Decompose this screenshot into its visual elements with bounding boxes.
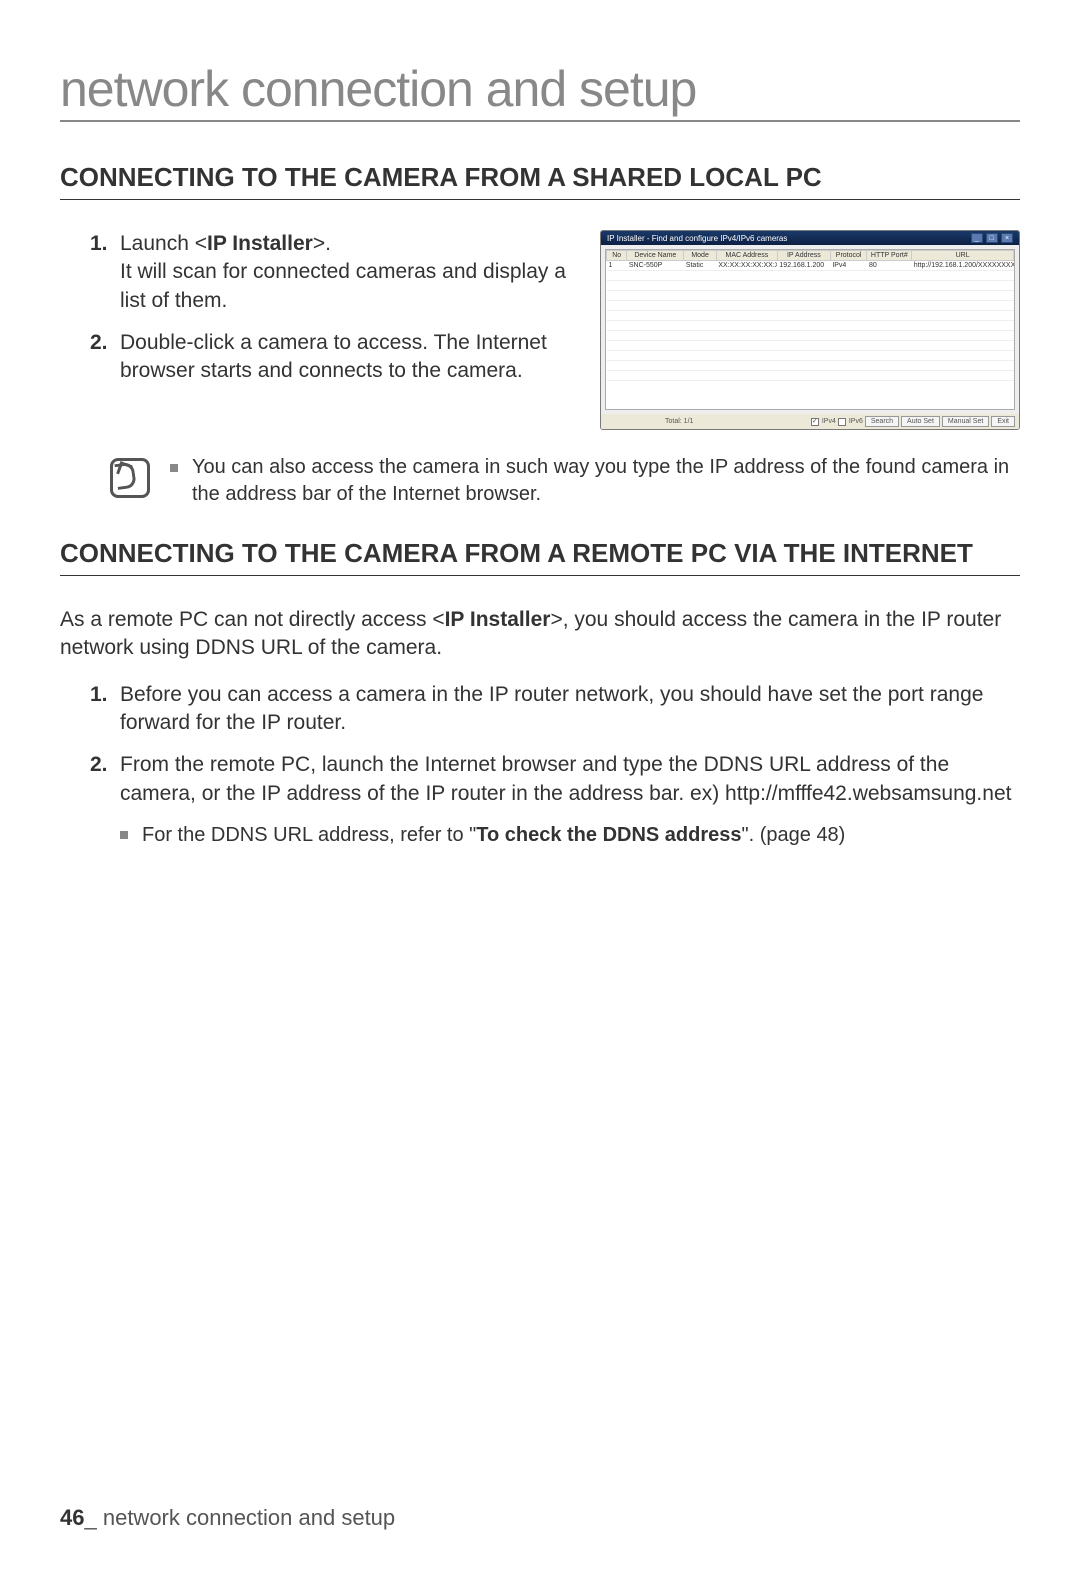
chapter-title: network connection and setup (60, 60, 1020, 122)
intro-bold: IP Installer (445, 608, 551, 631)
exit-button: Exit (991, 416, 1015, 427)
col-mode: Mode (684, 251, 717, 261)
remote-step-2: 2. From the remote PC, launch the Intern… (120, 751, 1020, 849)
subbullet-suffix: ". (page 48) (742, 824, 846, 846)
step-1-prefix: Launch < (120, 232, 207, 255)
camera-table: No Device Name Mode MAC Address IP Addre… (606, 250, 1014, 381)
table-row (607, 321, 1014, 331)
table-row (607, 331, 1014, 341)
footer-label: network connection and setup (103, 1505, 395, 1530)
footer-controls: IPv4 IPv6 Search Auto Set Manual Set Exi… (811, 416, 1015, 427)
table-row (607, 361, 1014, 371)
footer-total: Total: 1/1 (605, 418, 693, 425)
col-ip: IP Address (777, 251, 830, 261)
table-row (607, 351, 1014, 361)
remote-step-2-text: From the remote PC, launch the Internet … (120, 753, 1011, 804)
step-list-1: 1. Launch <IP Installer>. It will scan f… (60, 230, 580, 386)
subbullet-bold: To check the DDNS address (476, 824, 741, 846)
steps-column: 1. Launch <IP Installer>. It will scan f… (60, 230, 580, 430)
subbullet-prefix: For the DDNS URL address, refer to " (142, 824, 476, 846)
step-1-bold: IP Installer (207, 232, 313, 255)
window-title: IP Installer - Find and configure IPv4/I… (607, 234, 787, 243)
step-2-number: 2. (90, 329, 108, 357)
section-heading-remote-pc: CONNECTING TO THE CAMERA FROM A REMOTE P… (60, 538, 1020, 576)
close-icon: × (1001, 233, 1013, 243)
camera-table-area: No Device Name Mode MAC Address IP Addre… (605, 249, 1015, 410)
note-icon (110, 458, 150, 498)
cell-url: http://192.168.1.200/XXXXXXXXXX (912, 261, 1014, 271)
ip-installer-window: IP Installer - Find and configure IPv4/I… (600, 230, 1020, 430)
step-2: 2. Double-click a camera to access. The … (120, 329, 580, 386)
col-mac: MAC Address (716, 251, 777, 261)
window-footer: Total: 1/1 IPv4 IPv6 Search Auto Set Man… (601, 414, 1019, 429)
section-heading-local-pc: CONNECTING TO THE CAMERA FROM A SHARED L… (60, 162, 1020, 200)
cell-no: 1 (607, 261, 627, 271)
table-row (607, 281, 1014, 291)
step-1-number: 1. (90, 230, 108, 258)
col-proto: Protocol (830, 251, 867, 261)
autoset-button: Auto Set (901, 416, 940, 427)
step-list-2: 1. Before you can access a camera in the… (60, 681, 1020, 849)
table-row: 1 SNC-550P Static XX:XX:XX:XX:XX:XX 192.… (607, 261, 1014, 271)
screenshot-column: IP Installer - Find and configure IPv4/I… (600, 230, 1020, 430)
table-row (607, 291, 1014, 301)
window-controls: _ □ × (970, 233, 1013, 243)
page-number: 46 (60, 1505, 84, 1530)
step-2-text: Double-click a camera to access. The Int… (120, 331, 547, 382)
intro-paragraph: As a remote PC can not directly access <… (60, 606, 1020, 663)
col-no: No (607, 251, 627, 261)
table-row (607, 341, 1014, 351)
footer-sep: _ (84, 1505, 102, 1530)
remote-step-1-number: 1. (90, 681, 108, 709)
remote-step-2-number: 2. (90, 751, 108, 779)
ddns-reference-bullet: For the DDNS URL address, refer to "To c… (120, 822, 1020, 849)
page: network connection and setup CONNECTING … (0, 0, 1080, 1571)
intro-prefix: As a remote PC can not directly access < (60, 608, 445, 631)
cell-mode: Static (684, 261, 717, 271)
cell-ip: 192.168.1.200 (777, 261, 830, 271)
table-row (607, 271, 1014, 281)
page-footer: 46_ network connection and setup (60, 1505, 395, 1531)
note-block: You can also access the camera in such w… (110, 454, 1020, 508)
ipv6-checkbox: IPv6 (838, 418, 863, 426)
table-row (607, 301, 1014, 311)
minimize-icon: _ (971, 233, 983, 243)
two-column-layout: 1. Launch <IP Installer>. It will scan f… (60, 230, 1020, 430)
window-titlebar: IP Installer - Find and configure IPv4/I… (601, 231, 1019, 245)
col-port: HTTP Port# (867, 251, 912, 261)
note-text: You can also access the camera in such w… (170, 454, 1020, 508)
cell-port: 80 (867, 261, 912, 271)
ipv4-checkbox: IPv4 (811, 418, 836, 426)
col-url: URL (912, 251, 1014, 261)
search-button: Search (865, 416, 899, 427)
step-1-rest: It will scan for connected cameras and d… (120, 260, 566, 311)
step-1-suffix: >. (313, 232, 331, 255)
table-row (607, 371, 1014, 381)
table-header-row: No Device Name Mode MAC Address IP Addre… (607, 251, 1014, 261)
col-device: Device Name (627, 251, 684, 261)
step-1: 1. Launch <IP Installer>. It will scan f… (120, 230, 580, 315)
maximize-icon: □ (986, 233, 998, 243)
cell-device: SNC-550P (627, 261, 684, 271)
table-row (607, 311, 1014, 321)
manualset-button: Manual Set (942, 416, 989, 427)
cell-mac: XX:XX:XX:XX:XX:XX (716, 261, 777, 271)
remote-step-1: 1. Before you can access a camera in the… (120, 681, 1020, 738)
cell-proto: IPv4 (830, 261, 867, 271)
remote-step-1-text: Before you can access a camera in the IP… (120, 683, 983, 734)
